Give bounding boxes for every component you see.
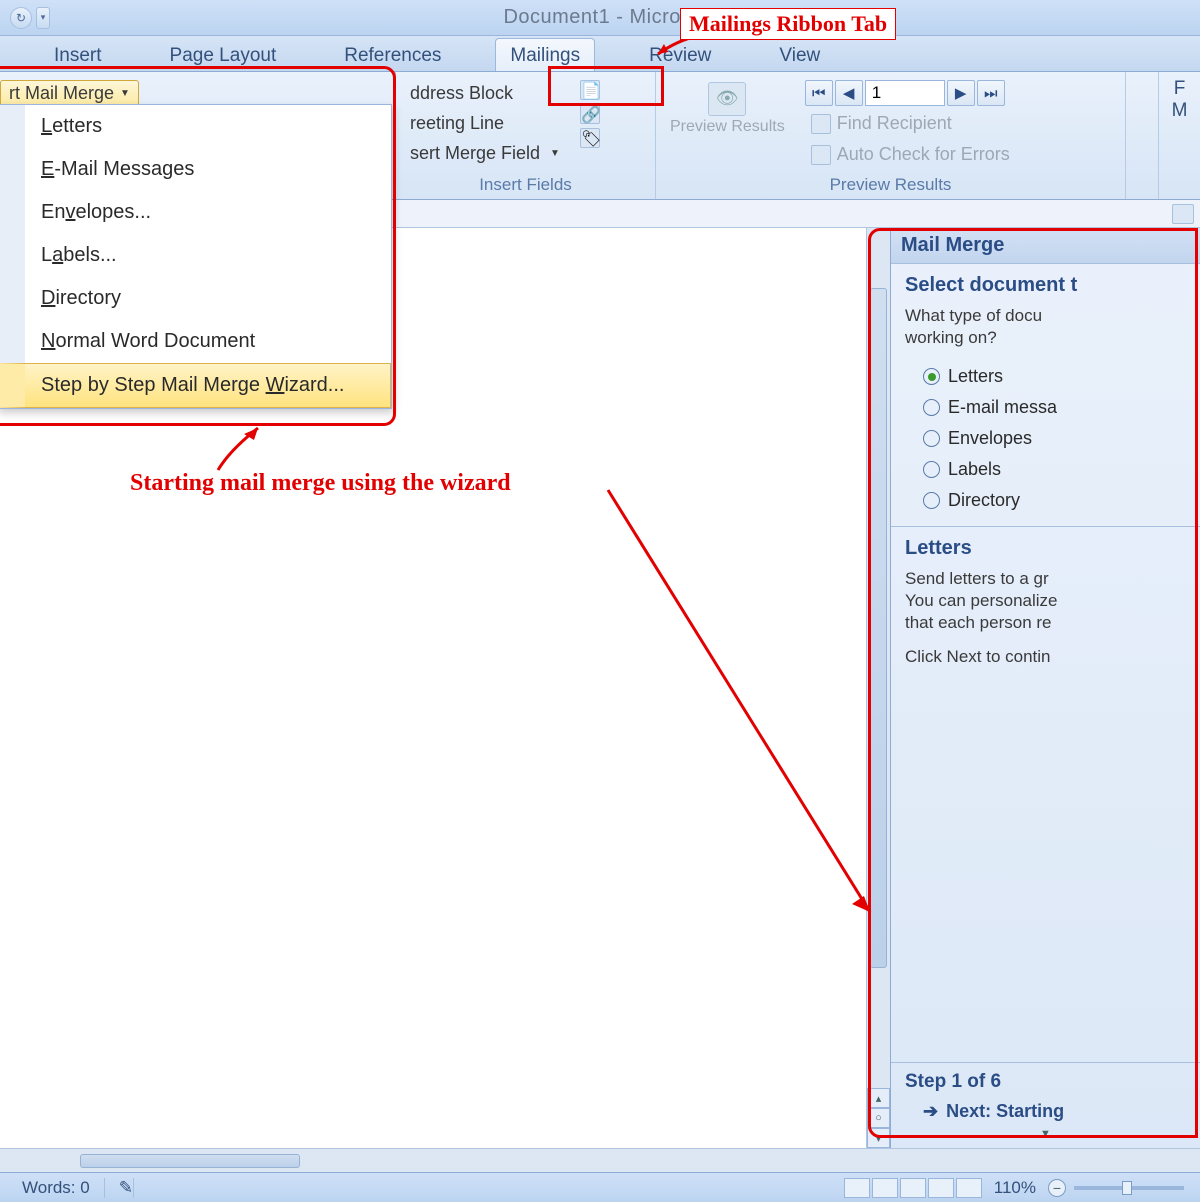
radio-off-icon	[923, 399, 940, 416]
browse-object-icon[interactable]: ○	[867, 1108, 890, 1128]
insert-merge-field-label: sert Merge Field	[410, 143, 540, 164]
menu-item-wizard[interactable]: Step by Step Mail Merge Wizard...	[0, 363, 391, 408]
match-fields-icon[interactable]: 🔗	[580, 104, 600, 124]
menu-item-normal-doc[interactable]: Normal Word Document	[0, 320, 391, 363]
preview-results-button[interactable]: 👁 Preview Results	[664, 80, 791, 138]
pane-heading-select-doc: Select document t	[905, 274, 1186, 297]
find-recipient-label: Find Recipient	[837, 113, 952, 134]
menu-item-labels[interactable]: Labels...	[0, 234, 391, 277]
ribbon: rt Mail Merge ▼ Letters E-Mail Messages …	[0, 72, 1200, 200]
zoom-slider-knob[interactable]	[1122, 1181, 1132, 1195]
radio-envelopes[interactable]: Envelopes	[905, 423, 1186, 454]
menu-item-envelopes[interactable]: Envelopes...	[0, 191, 391, 234]
horizontal-scrollbar[interactable]	[0, 1148, 1200, 1172]
tab-insert[interactable]: Insert	[40, 39, 116, 71]
record-number-input[interactable]	[865, 80, 945, 106]
annotation-arrow-icon	[604, 484, 884, 924]
start-mail-merge-button[interactable]: rt Mail Merge ▼	[0, 80, 139, 107]
check-icon	[811, 145, 831, 165]
chevron-down-icon: ▼	[120, 88, 130, 99]
tab-mailings[interactable]: Mailings	[495, 38, 595, 71]
address-block-label: ddress Block	[410, 83, 513, 104]
find-recipient-button[interactable]: Find Recipient	[805, 110, 1016, 137]
auto-check-label: Auto Check for Errors	[837, 144, 1010, 165]
status-word-count[interactable]: Words: 0	[8, 1178, 105, 1198]
pane-desc-line: You can personalize	[905, 590, 1186, 612]
rules-icon[interactable]: 📄	[580, 80, 600, 100]
view-full-screen-button[interactable]	[872, 1178, 898, 1198]
first-record-button[interactable]: ⏮	[805, 80, 833, 106]
menu-item-directory[interactable]: Directory	[0, 277, 391, 320]
pane-desc-line: that each person re	[905, 612, 1186, 634]
zoom-level[interactable]: 110%	[982, 1178, 1048, 1198]
tab-references[interactable]: References	[330, 39, 455, 71]
scroll-up-icon[interactable]: ▴	[867, 1088, 890, 1108]
radio-off-icon	[923, 430, 940, 447]
tab-page-layout[interactable]: Page Layout	[156, 39, 291, 71]
pane-heading-letters: Letters	[905, 537, 1186, 560]
group-preview-results-caption: Preview Results	[664, 171, 1117, 197]
status-proofing-icon[interactable]: ✎	[105, 1178, 134, 1198]
radio-email[interactable]: E-mail messa	[905, 392, 1186, 423]
view-print-layout-button[interactable]	[844, 1178, 870, 1198]
view-web-layout-button[interactable]	[900, 1178, 926, 1198]
preview-results-icon: 👁	[708, 82, 746, 116]
tab-view[interactable]: View	[765, 39, 834, 71]
radio-on-icon	[923, 368, 940, 385]
pane-step-indicator: Step 1 of 6	[905, 1071, 1186, 1093]
greeting-line-label: reeting Line	[410, 113, 504, 134]
annotation-tab-label: Mailings Ribbon Tab	[680, 8, 896, 40]
radio-off-icon	[923, 492, 940, 509]
ribbon-tabs: Insert Page Layout References Mailings R…	[0, 36, 1200, 72]
scrollbar-thumb[interactable]	[80, 1154, 300, 1168]
radio-off-icon	[923, 461, 940, 478]
insert-merge-field-button[interactable]: sert Merge Field ▼	[404, 140, 566, 167]
preview-results-label: Preview Results	[670, 118, 785, 136]
group-insert-fields-caption: Insert Fields	[404, 171, 647, 197]
ruler-toggle-icon[interactable]	[1172, 204, 1194, 224]
search-icon	[811, 114, 831, 134]
radio-directory[interactable]: Directory	[905, 485, 1186, 516]
radio-labels[interactable]: Labels	[905, 454, 1186, 485]
start-mail-merge-label: rt Mail Merge	[9, 83, 114, 104]
title-bar: ↻ ▾ Document1 - Microsoft W	[0, 0, 1200, 36]
redo-icon[interactable]: ↻	[10, 7, 32, 29]
next-record-button[interactable]: ▶	[947, 80, 975, 106]
start-mail-merge-menu: Letters E-Mail Messages Envelopes... Lab…	[0, 104, 392, 409]
greeting-line-button[interactable]: reeting Line	[404, 110, 566, 137]
scroll-down-icon[interactable]: ▾	[867, 1128, 890, 1148]
menu-item-email[interactable]: E-Mail Messages	[0, 148, 391, 191]
pane-desc-line: Click Next to contin	[905, 646, 1186, 668]
menu-item-letters[interactable]: Letters	[0, 105, 391, 148]
zoom-slider[interactable]	[1074, 1186, 1184, 1190]
last-record-button[interactable]: ⏭	[977, 80, 1005, 106]
pane-desc-line: Send letters to a gr	[905, 568, 1186, 590]
arrow-right-icon: ➔	[923, 1101, 938, 1122]
auto-check-errors-button[interactable]: Auto Check for Errors	[805, 141, 1016, 168]
app-title: Document1 - Microsoft W	[54, 6, 1190, 29]
task-pane-title: Mail Merge	[891, 228, 1200, 264]
radio-letters[interactable]: Letters	[905, 361, 1186, 392]
annotation-wizard-label: Starting mail merge using the wizard	[130, 470, 511, 497]
view-buttons	[844, 1178, 982, 1198]
pane-chevron-down-icon[interactable]: ▼	[905, 1122, 1186, 1140]
address-block-button[interactable]: ddress Block	[404, 80, 566, 107]
view-draft-button[interactable]	[956, 1178, 982, 1198]
mail-merge-task-pane: Mail Merge Select document t What type o…	[890, 228, 1200, 1148]
status-bar: Words: 0 ✎ 110% −	[0, 1172, 1200, 1202]
zoom-out-button[interactable]: −	[1048, 1179, 1066, 1197]
update-labels-icon[interactable]: 🏷	[580, 128, 600, 148]
pane-next-link[interactable]: ➔Next: Starting	[905, 1093, 1186, 1122]
prev-record-button[interactable]: ◀	[835, 80, 863, 106]
view-outline-button[interactable]	[928, 1178, 954, 1198]
pane-question: What type of docu working on?	[905, 305, 1186, 349]
qat-customize-icon[interactable]: ▾	[36, 7, 50, 29]
finish-merge-edge[interactable]: F M	[1158, 72, 1200, 199]
chevron-down-icon: ▼	[550, 148, 560, 159]
